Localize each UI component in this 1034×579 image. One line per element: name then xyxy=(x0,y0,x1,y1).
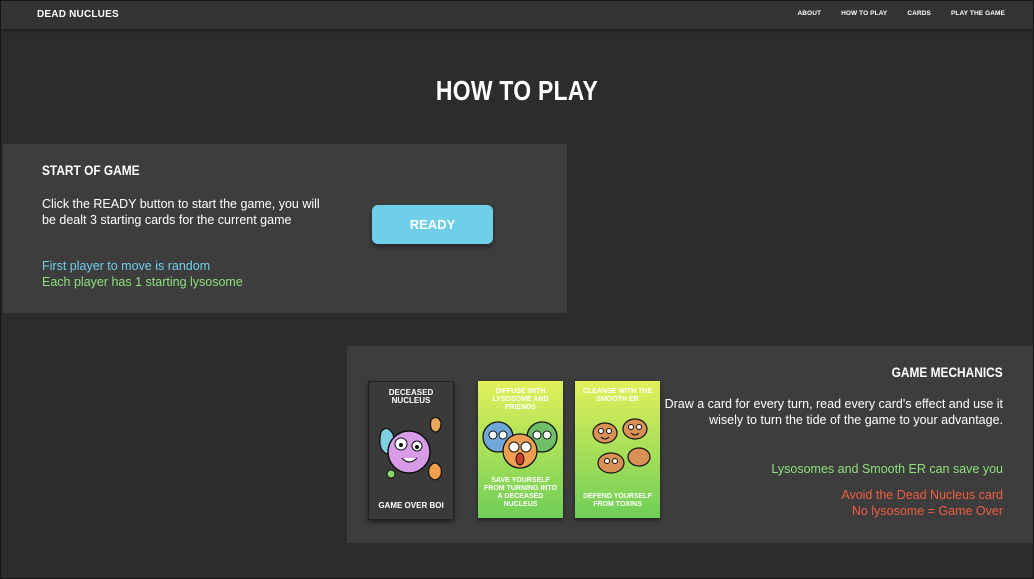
nav-link-cards[interactable]: CARDS xyxy=(907,10,931,17)
nav-link-play-the-game[interactable]: PLAY THE GAME xyxy=(951,10,1005,17)
card-caption: DEFEND YOURSELF FROM TOXINS xyxy=(583,493,652,508)
top-navbar: DEAD NUCLUES ABOUT HOW TO PLAY CARDS PLA… xyxy=(1,1,1033,29)
game-mechanics-description: Draw a card for every turn, read every c… xyxy=(664,397,1003,427)
warning-notes: Avoid the Dead Nucleus card No lysosome … xyxy=(841,487,1003,519)
page: DEAD NUCLUES ABOUT HOW TO PLAY CARDS PLA… xyxy=(0,0,1034,579)
starting-lysosome-note: Each player has 1 starting lysosome xyxy=(42,275,243,289)
game-over-note: No lysosome = Game Over xyxy=(851,504,1003,518)
game-mechanics-panel: DECEASED NUCLEUS GAME OVER BOI DIFFUSE W… xyxy=(347,346,1033,543)
game-mechanics-title: GAME MECHANICS xyxy=(891,364,1003,380)
save-note: Lysosomes and Smooth ER can save you xyxy=(771,462,1003,476)
page-title: HOW TO PLAY xyxy=(435,75,599,106)
nav-links: ABOUT HOW TO PLAY CARDS PLAY THE GAME xyxy=(797,10,1005,17)
start-of-game-description: Click the READY button to start the game… xyxy=(42,197,320,227)
brand-logo[interactable]: DEAD NUCLUES xyxy=(37,9,119,20)
card-smooth-er: CLEANSE WITH THE SMOOTH ER DEFEND YOURSE… xyxy=(575,381,660,518)
card-caption: SAVE YOURSELF FROM TURNING INTO A DECEAS… xyxy=(484,477,557,508)
smooth-er-art-icon xyxy=(592,418,651,474)
avoid-dead-nucleus-note: Avoid the Dead Nucleus card xyxy=(841,488,1003,502)
nav-link-about[interactable]: ABOUT xyxy=(797,10,821,17)
deceased-nucleus-art-icon xyxy=(379,416,442,481)
card-caption: GAME OVER BOI xyxy=(378,501,444,510)
ready-button[interactable]: READY xyxy=(372,205,493,244)
first-player-note: First player to move is random xyxy=(42,259,211,273)
start-of-game-title: START OF GAME xyxy=(42,162,140,178)
lysosome-friends-art-icon xyxy=(482,421,558,469)
card-deceased-nucleus: DECEASED NUCLEUS GAME OVER BOI xyxy=(368,381,454,520)
nav-link-how-to-play[interactable]: HOW TO PLAY xyxy=(841,10,887,17)
card-lysosome: DIFFUSE WITH LYSOSOME AND FRIENDS SAVE Y… xyxy=(478,381,563,518)
start-of-game-panel: START OF GAME Click the READY button to … xyxy=(3,144,567,313)
